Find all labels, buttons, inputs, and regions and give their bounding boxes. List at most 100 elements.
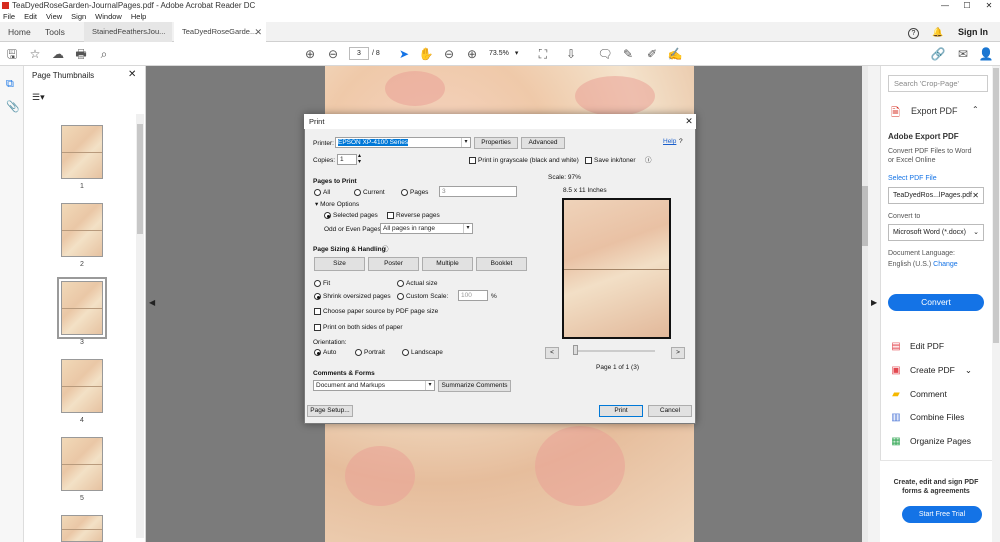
fit-page-icon[interactable]: ⛶ — [535, 46, 551, 62]
hand-tool-icon[interactable]: ✋ — [418, 46, 434, 62]
sizing-info-icon[interactable]: ⓘ — [382, 245, 389, 254]
search-icon[interactable]: ⌕ — [96, 46, 112, 62]
zoom-out-icon[interactable]: ⊖ — [441, 46, 457, 62]
help-icon[interactable]: ? — [908, 22, 919, 42]
highlight-pen-icon[interactable]: ✎ — [620, 46, 636, 62]
menu-sign[interactable]: Sign — [71, 11, 86, 22]
printer-select[interactable]: EPSON XP-4100 Series ▾ — [335, 137, 471, 148]
custom-scale-radio[interactable] — [397, 293, 404, 300]
sign-in-button[interactable]: Sign In — [958, 22, 988, 42]
more-options-toggle[interactable]: ▾ More Options — [315, 200, 359, 209]
thumbnail-page-1[interactable] — [61, 125, 103, 179]
tool-edit-pdf[interactable]: ▤ Edit PDF — [890, 338, 944, 354]
auto-orientation-radio[interactable] — [314, 349, 321, 356]
menu-edit[interactable]: Edit — [24, 11, 37, 22]
close-window-button[interactable]: ✕ — [978, 0, 1000, 11]
previous-page-icon[interactable]: ⊕ — [302, 46, 318, 62]
menu-window[interactable]: Window — [95, 11, 122, 22]
actual-size-radio[interactable] — [397, 280, 404, 287]
selected-pages-radio[interactable] — [324, 212, 331, 219]
tool-organize-pages[interactable]: ▦ Organize Pages — [890, 433, 971, 449]
bell-icon[interactable]: 🔔 — [932, 22, 943, 42]
remove-file-icon[interactable]: ✕ — [972, 188, 979, 203]
maximize-button[interactable]: ☐ — [956, 0, 978, 11]
both-sides-checkbox[interactable] — [314, 324, 321, 331]
help-link[interactable]: Help — [663, 137, 676, 146]
minimize-button[interactable]: — — [934, 0, 956, 11]
zoom-level[interactable]: 73.5% ▾ — [489, 47, 527, 60]
thumbnails-scrollbar[interactable] — [136, 114, 144, 538]
pages-radio[interactable] — [401, 189, 408, 196]
all-pages-radio[interactable] — [314, 189, 321, 196]
tools-pane-scrollbar[interactable] — [992, 66, 1000, 542]
properties-button[interactable]: Properties — [474, 137, 518, 149]
grayscale-checkbox[interactable] — [469, 157, 476, 164]
next-page-icon[interactable]: ⊖ — [325, 46, 341, 62]
multiple-button[interactable]: Multiple — [422, 257, 473, 271]
export-pdf-title[interactable]: Export PDF — [911, 106, 958, 116]
advanced-button[interactable]: Advanced — [521, 137, 565, 149]
close-dialog-icon[interactable]: ✕ — [682, 114, 696, 129]
thumbnail-page-4[interactable] — [61, 359, 103, 413]
change-language-link[interactable]: Change — [933, 261, 958, 268]
email-icon[interactable]: ✉ — [955, 46, 971, 62]
add-user-icon[interactable]: 👤 — [978, 46, 994, 62]
shrink-radio[interactable] — [314, 293, 321, 300]
convert-button[interactable]: Convert — [888, 294, 984, 311]
start-free-trial-button[interactable]: Start Free Trial — [902, 506, 982, 523]
copies-input[interactable]: 1 — [337, 154, 357, 165]
scroll-mode-icon[interactable]: ⇩ — [563, 46, 579, 62]
collapse-left-panel-icon[interactable]: ◀ — [149, 298, 155, 307]
save-icon[interactable]: 🖫 — [4, 46, 20, 62]
help-circle-icon[interactable]: ? — [679, 137, 683, 146]
expand-right-panel-icon[interactable]: ▶ — [871, 298, 877, 307]
comment-icon[interactable]: 🗨 — [597, 46, 613, 62]
convert-to-select[interactable]: Microsoft Word (*.docx) ⌄ — [888, 224, 984, 241]
thumbnail-page-3[interactable] — [57, 277, 107, 339]
thumbnail-page-2[interactable] — [61, 203, 103, 257]
page-setup-button[interactable]: Page Setup... — [307, 405, 353, 417]
star-icon[interactable]: ☆ — [27, 46, 43, 62]
zoom-in-icon[interactable]: ⊕ — [464, 46, 480, 62]
custom-scale-input[interactable]: 100 — [458, 290, 488, 301]
comments-forms-select[interactable]: Document and Markups ▾ — [313, 380, 435, 391]
menu-file[interactable]: File — [3, 11, 15, 22]
chevron-up-icon[interactable]: ⌃ — [972, 105, 979, 114]
draw-icon[interactable]: ✐ — [644, 46, 660, 62]
save-ink-checkbox[interactable] — [585, 157, 592, 164]
preview-slider-track[interactable] — [573, 350, 655, 352]
tool-comment[interactable]: ▰ Comment — [890, 386, 947, 402]
page-thumbnails-icon[interactable]: ⧉ — [6, 78, 14, 91]
poster-button[interactable]: Poster — [368, 257, 419, 271]
landscape-radio[interactable] — [402, 349, 409, 356]
select-pdf-file-link[interactable]: Select PDF File — [888, 174, 937, 183]
select-cursor-icon[interactable]: ➤ — [396, 46, 412, 62]
tab-document-2[interactable]: TeaDyedRoseGarde... ✕ — [174, 22, 266, 42]
tab-home[interactable]: Home — [8, 22, 31, 42]
attachment-icon[interactable]: 📎 — [6, 100, 20, 113]
choose-source-checkbox[interactable] — [314, 308, 321, 315]
share-link-icon[interactable]: 🔗 — [930, 46, 946, 62]
preview-next-button[interactable]: > — [671, 347, 685, 359]
pages-range-input[interactable]: 3 — [439, 186, 517, 197]
close-thumbnails-icon[interactable]: ✕ — [128, 69, 136, 80]
fill-sign-icon[interactable]: ✍ — [667, 46, 683, 62]
odd-even-select[interactable]: All pages in range ▾ — [380, 223, 473, 234]
close-tab-icon[interactable]: ✕ — [254, 22, 262, 42]
reverse-pages-checkbox[interactable] — [387, 212, 394, 219]
tools-search-input[interactable]: Search 'Crop-Page' — [888, 75, 988, 92]
tool-combine-files[interactable]: ▥ Combine Files — [890, 409, 964, 425]
thumbnail-page-5[interactable] — [61, 437, 103, 491]
summarize-comments-button[interactable]: Summarize Comments — [438, 380, 511, 392]
printer-icon[interactable]: 🖶 — [73, 46, 89, 62]
thumbnail-options-icon[interactable]: ☰▾ — [32, 92, 45, 103]
print-button[interactable]: Print — [599, 405, 643, 417]
fit-radio[interactable] — [314, 280, 321, 287]
page-number-input[interactable]: 3 — [349, 47, 369, 60]
booklet-button[interactable]: Booklet — [476, 257, 527, 271]
preview-previous-button[interactable]: < — [545, 347, 559, 359]
info-icon[interactable]: ⓘ — [645, 156, 652, 165]
current-page-radio[interactable] — [354, 189, 361, 196]
thumbnail-page-6[interactable] — [61, 515, 103, 542]
tab-tools[interactable]: Tools — [45, 22, 65, 42]
